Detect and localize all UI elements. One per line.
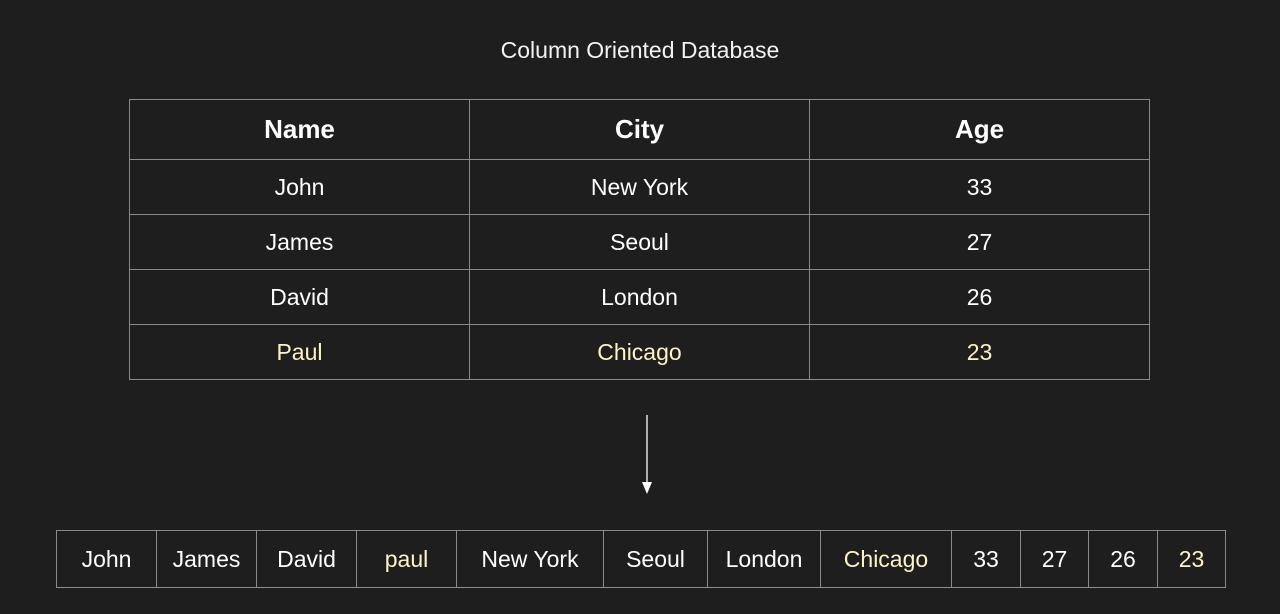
storage-cell-highlighted: Chicago: [820, 530, 952, 588]
diagram-title: Column Oriented Database: [500, 37, 780, 63]
cell-age: 27: [809, 214, 1150, 270]
cell-name: David: [129, 269, 470, 325]
table-row-highlighted: Paul Chicago 23: [129, 324, 1150, 380]
storage-cell: David: [256, 530, 357, 588]
table-row: David London 26: [129, 269, 1150, 325]
cell-city: London: [469, 269, 810, 325]
table-row: James Seoul 27: [129, 214, 1150, 270]
header-city: City: [469, 99, 810, 160]
storage-cell: John: [56, 530, 157, 588]
cell-city: Chicago: [469, 324, 810, 380]
cell-age: 23: [809, 324, 1150, 380]
header-name: Name: [129, 99, 470, 160]
cell-name: James: [129, 214, 470, 270]
row-table: Name City Age John New York 33 James Seo…: [129, 99, 1150, 380]
storage-cell: James: [156, 530, 257, 588]
storage-cell: 27: [1020, 530, 1089, 588]
down-arrow-icon: [642, 415, 652, 494]
storage-cell: 33: [951, 530, 1021, 588]
cell-name: Paul: [129, 324, 470, 380]
storage-cell: New York: [456, 530, 604, 588]
column-storage-strip: John James David paul New York Seoul Lon…: [56, 530, 1226, 588]
storage-cell: 26: [1088, 530, 1158, 588]
storage-cell-highlighted: 23: [1157, 530, 1226, 588]
table-row: John New York 33: [129, 159, 1150, 215]
cell-age: 26: [809, 269, 1150, 325]
cell-age: 33: [809, 159, 1150, 215]
table-header-row: Name City Age: [129, 99, 1150, 160]
cell-city: Seoul: [469, 214, 810, 270]
cell-name: John: [129, 159, 470, 215]
header-age: Age: [809, 99, 1150, 160]
storage-cell: Seoul: [603, 530, 708, 588]
column-storage-row: John James David paul New York Seoul Lon…: [56, 530, 1226, 588]
cell-city: New York: [469, 159, 810, 215]
storage-cell: London: [707, 530, 821, 588]
storage-cell-highlighted: paul: [356, 530, 457, 588]
